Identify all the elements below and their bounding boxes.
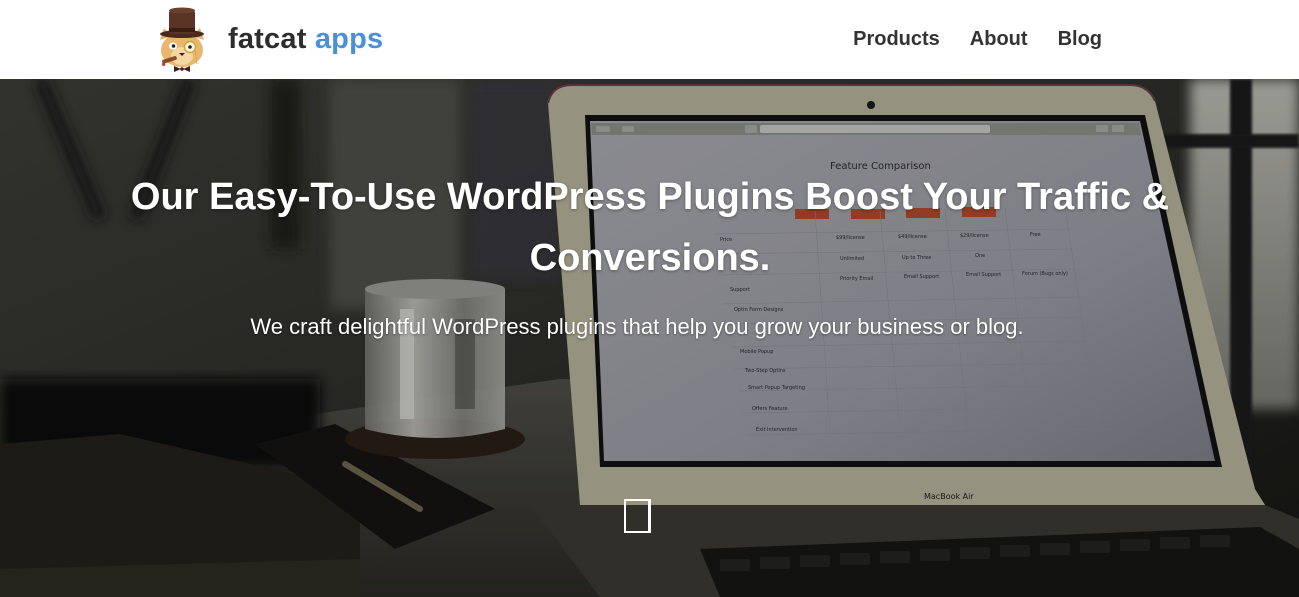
hero-section: Feature Comparison Price Support Optin F…	[0, 79, 1299, 597]
hero-title: Our Easy-To-Use WordPress Plugins Boost …	[130, 176, 1170, 279]
scroll-down-icon[interactable]	[624, 499, 651, 533]
nav-about[interactable]: About	[970, 28, 1028, 51]
brand-word-apps: apps	[314, 22, 384, 55]
brand-word-fatcat: fatcat	[228, 22, 307, 55]
nav-blog[interactable]: Blog	[1058, 28, 1102, 51]
hero-subtitle: We craft delightful WordPress plugins th…	[250, 314, 1024, 339]
nav-products[interactable]: Products	[853, 28, 940, 51]
logo-link[interactable]: fatcat apps	[154, 6, 383, 72]
main-nav: Products About Blog	[853, 0, 1102, 79]
brand-name: fatcat apps	[228, 23, 383, 56]
site-header: fatcat apps Products About Blog	[0, 0, 1299, 79]
fatcat-mascot-icon	[160, 7, 204, 72]
